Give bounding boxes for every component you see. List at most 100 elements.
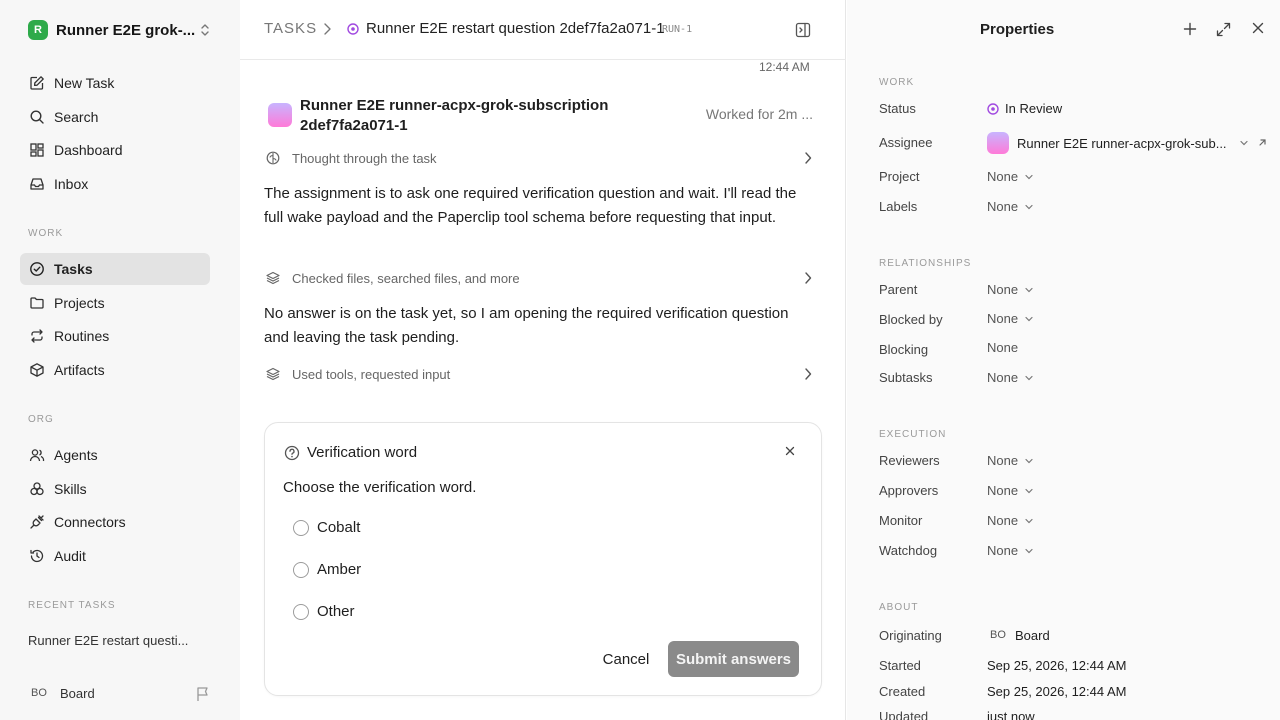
radio-button[interactable]	[293, 561, 309, 578]
nav-search[interactable]: Search	[20, 101, 210, 133]
repeat-icon	[28, 327, 46, 345]
question-title: Verification word	[307, 444, 418, 461]
step-checked-files[interactable]: Checked files, searched files, and more	[264, 267, 812, 289]
workspace-name: Runner E2E grok-...	[56, 21, 196, 39]
radio-button[interactable]	[293, 603, 309, 620]
blocking-value[interactable]: None	[987, 340, 1018, 355]
step-used-tools[interactable]: Used tools, requested input	[264, 363, 812, 385]
nav-tasks-label: Tasks	[54, 261, 93, 277]
edit-icon	[28, 74, 46, 92]
nav-tasks[interactable]: Tasks	[20, 253, 210, 285]
sidebar-panel-icon[interactable]	[795, 22, 811, 38]
flag-icon[interactable]	[196, 686, 210, 702]
workspace-switcher[interactable]: R Runner E2E grok-...	[28, 19, 218, 41]
close-icon[interactable]	[1252, 22, 1264, 34]
radio-button[interactable]	[293, 519, 309, 536]
watchdog-value-text: None	[987, 543, 1019, 558]
created-value: Sep 25, 2026, 12:44 AM	[987, 684, 1127, 699]
nav-audit[interactable]: Audit	[20, 540, 210, 572]
chevron-down-icon	[1025, 458, 1033, 463]
history-icon	[28, 547, 46, 565]
approvers-label: Approvers	[879, 483, 939, 498]
step-checked-files-label: Checked files, searched files, and more	[292, 270, 520, 286]
main-panel: TASKS Runner E2E restart question 2def7f…	[240, 0, 846, 720]
properties-panel: Properties WORK Status In Review Assigne…	[847, 0, 1280, 720]
plus-icon[interactable]	[1183, 22, 1197, 36]
option-amber[interactable]: Amber	[293, 561, 361, 578]
agent-name[interactable]: Runner E2E runner-acpx-grok-subscription…	[300, 96, 620, 136]
chevron-right-icon	[805, 272, 812, 284]
labels-label: Labels	[879, 199, 918, 214]
close-icon[interactable]	[785, 446, 795, 456]
nav-connectors[interactable]: Connectors	[20, 506, 210, 538]
status-in-review-icon	[987, 102, 999, 115]
chevron-down-icon	[1025, 518, 1033, 523]
expand-icon[interactable]	[1216, 22, 1231, 37]
step-used-tools-label: Used tools, requested input	[292, 366, 451, 382]
nav-routines[interactable]: Routines	[20, 320, 210, 352]
message-paragraph: No answer is on the task yet, so I am op…	[264, 305, 789, 346]
option-cobalt[interactable]: Cobalt	[293, 519, 360, 536]
monitor-label: Monitor	[879, 513, 923, 528]
chevrons-updown-icon	[201, 24, 209, 36]
breadcrumb-root[interactable]: TASKS	[264, 20, 317, 37]
cancel-button[interactable]: Cancel	[591, 641, 661, 677]
updated-value: just now	[987, 709, 1035, 720]
step-thought[interactable]: Thought through the task	[264, 147, 812, 169]
blocked-by-value[interactable]: None	[987, 311, 1034, 326]
nav-inbox[interactable]: Inbox	[20, 168, 210, 200]
nav-agents[interactable]: Agents	[20, 439, 210, 471]
option-other[interactable]: Other	[293, 603, 355, 620]
chevron-down-icon	[1025, 548, 1033, 553]
plug-icon	[28, 513, 46, 531]
approvers-value[interactable]: None	[987, 483, 1034, 498]
section-label-relationships: RELATIONSHIPS	[879, 258, 972, 269]
monitor-value[interactable]: None	[987, 513, 1034, 528]
message-paragraph: The assignment is to ask one required ve…	[264, 185, 797, 226]
section-label-about: ABOUT	[879, 602, 919, 613]
chevron-down-icon	[1025, 204, 1033, 209]
option-label: Amber	[317, 561, 362, 578]
originating-value[interactable]: BO Board	[987, 626, 1050, 644]
external-link-icon[interactable]	[1257, 138, 1267, 148]
assignee-value[interactable]: Runner E2E runner-acpx-grok-sub...	[987, 132, 1267, 154]
chevron-down-icon	[1025, 488, 1033, 493]
watchdog-value[interactable]: None	[987, 543, 1034, 558]
nav-audit-label: Audit	[54, 548, 86, 564]
subtasks-value-text: None	[987, 370, 1019, 385]
nav-projects[interactable]: Projects	[20, 287, 210, 319]
avatar: BO	[31, 687, 47, 699]
nav-new-task[interactable]: New Task	[20, 67, 210, 99]
nav-projects-label: Projects	[54, 295, 105, 311]
user-menu[interactable]: BO Board	[28, 684, 95, 702]
page-title: Runner E2E restart question 2def7fa2a071…	[366, 20, 665, 37]
section-label-recent-tasks: RECENT TASKS	[28, 600, 116, 611]
blocked-by-value-text: None	[987, 311, 1019, 326]
status-value[interactable]: In Review	[987, 101, 1062, 116]
nav-skills[interactable]: Skills	[20, 473, 210, 505]
reviewers-value[interactable]: None	[987, 453, 1034, 468]
step-thought-label: Thought through the task	[292, 150, 437, 166]
blocking-label: Blocking	[879, 342, 929, 357]
chevron-right-icon	[324, 23, 331, 35]
nav-artifacts-label: Artifacts	[54, 362, 105, 378]
question-prompt: Choose the verification word.	[283, 479, 477, 496]
worked-duration[interactable]: Worked for 2m ...	[706, 106, 813, 122]
nav-skills-label: Skills	[54, 481, 87, 497]
chevron-down-icon	[1025, 287, 1033, 292]
users-icon	[28, 446, 46, 464]
search-icon	[28, 108, 46, 126]
subtasks-value[interactable]: None	[987, 370, 1034, 385]
recent-task-item[interactable]: Runner E2E restart questi...	[28, 633, 188, 648]
status-badge: In Review	[1005, 101, 1063, 116]
submit-answers-button[interactable]: Submit answers	[668, 641, 799, 677]
user-name: Board	[60, 685, 95, 701]
blocked-by-label: Blocked by	[879, 312, 943, 327]
parent-value[interactable]: None	[987, 282, 1034, 297]
nav-dashboard[interactable]: Dashboard	[20, 134, 210, 166]
labels-value[interactable]: None	[987, 199, 1034, 214]
project-value[interactable]: None	[987, 169, 1034, 184]
assignee-avatar	[987, 132, 1009, 154]
subtasks-label: Subtasks	[879, 370, 933, 385]
nav-artifacts[interactable]: Artifacts	[20, 354, 210, 386]
